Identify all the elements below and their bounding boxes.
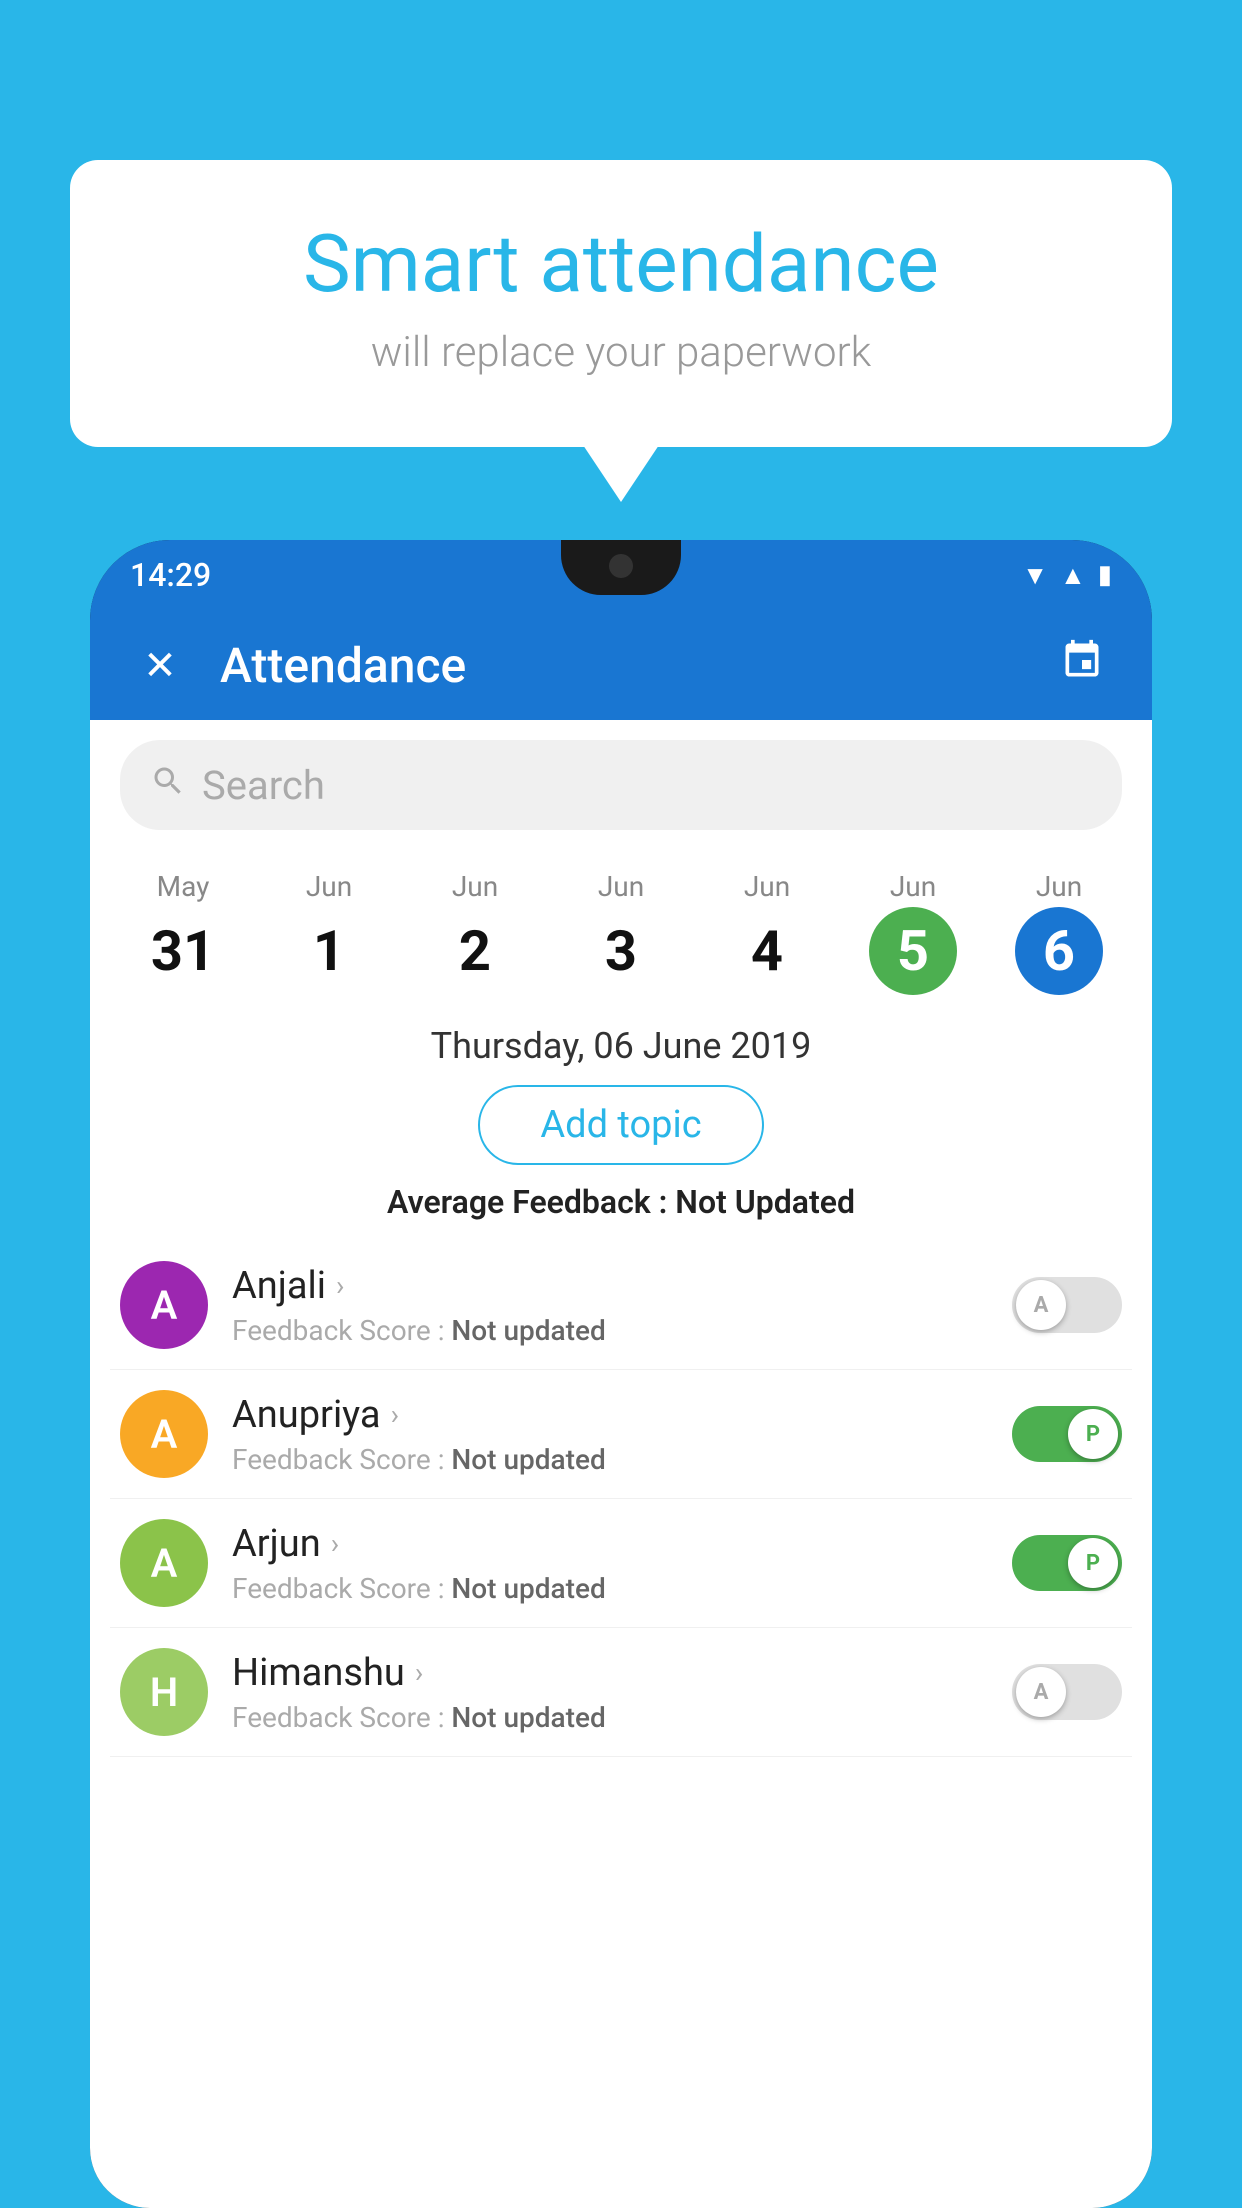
phone-frame: 14:29 ▼ ▲ ▮ ✕ Attendance xyxy=(90,540,1152,2208)
date-day: 2 xyxy=(459,923,491,979)
date-month: Jun xyxy=(890,870,936,903)
date-col-jun4[interactable]: Jun 4 xyxy=(694,870,840,995)
date-col-may31[interactable]: May 31 xyxy=(110,870,256,995)
student-item-anjali[interactable]: A Anjali › Feedback Score : Not updated … xyxy=(110,1241,1132,1370)
avatar-anupriya: A xyxy=(120,1390,208,1478)
student-feedback-himanshu: Feedback Score : Not updated xyxy=(232,1701,988,1734)
phone-inner: Search May 31 Jun 1 Jun 2 Jun 3 Jun 4 xyxy=(90,720,1152,2208)
student-item-himanshu[interactable]: H Himanshu › Feedback Score : Not update… xyxy=(110,1628,1132,1757)
date-month: Jun xyxy=(1036,870,1082,903)
toggle-thumb-anjali: A xyxy=(1016,1280,1066,1330)
date-col-jun5[interactable]: Jun 5 xyxy=(840,870,986,995)
close-button[interactable]: ✕ xyxy=(130,635,190,695)
student-name-himanshu: Himanshu › xyxy=(232,1651,988,1695)
avg-feedback: Average Feedback : Not Updated xyxy=(90,1183,1152,1221)
toggle-thumb-anupriya: P xyxy=(1068,1409,1118,1459)
student-info-anjali: Anjali › Feedback Score : Not updated xyxy=(232,1264,988,1347)
date-col-jun6[interactable]: Jun 6 xyxy=(986,870,1132,995)
student-feedback-arjun: Feedback Score : Not updated xyxy=(232,1572,988,1605)
toggle-arjun[interactable]: P xyxy=(1012,1535,1122,1591)
selected-date-label: Thursday, 06 June 2019 xyxy=(90,1025,1152,1067)
avatar-anjali: A xyxy=(120,1261,208,1349)
student-feedback-anupriya: Feedback Score : Not updated xyxy=(232,1443,988,1476)
student-feedback-anjali: Feedback Score : Not updated xyxy=(232,1314,988,1347)
date-month: Jun xyxy=(598,870,644,903)
date-day: 4 xyxy=(751,923,783,979)
avg-feedback-value: Not Updated xyxy=(675,1183,855,1221)
date-month: Jun xyxy=(744,870,790,903)
toggle-anjali[interactable]: A xyxy=(1012,1277,1122,1333)
date-col-jun1[interactable]: Jun 1 xyxy=(256,870,402,995)
camera xyxy=(609,554,633,578)
toggle-anupriya[interactable]: P xyxy=(1012,1406,1122,1462)
toggle-thumb-himanshu: A xyxy=(1016,1667,1066,1717)
student-name-anjali: Anjali › xyxy=(232,1264,988,1308)
student-item-anupriya[interactable]: A Anupriya › Feedback Score : Not update… xyxy=(110,1370,1132,1499)
date-day: 5 xyxy=(897,923,929,979)
date-strip: May 31 Jun 1 Jun 2 Jun 3 Jun 4 Jun xyxy=(90,850,1152,1005)
calendar-icon xyxy=(1060,638,1104,692)
date-col-jun3[interactable]: Jun 3 xyxy=(548,870,694,995)
chevron-icon: › xyxy=(336,1269,344,1302)
student-info-arjun: Arjun › Feedback Score : Not updated xyxy=(232,1522,988,1605)
avg-feedback-label: Average Feedback : xyxy=(387,1183,667,1221)
date-month: May xyxy=(157,870,210,903)
status-icons: ▼ ▲ ▮ xyxy=(1022,560,1112,591)
toggle-himanshu[interactable]: A xyxy=(1012,1664,1122,1720)
date-day: 31 xyxy=(151,923,215,979)
wifi-icon: ▼ xyxy=(1022,560,1048,591)
bubble-title: Smart attendance xyxy=(150,220,1092,308)
student-item-arjun[interactable]: A Arjun › Feedback Score : Not updated P xyxy=(110,1499,1132,1628)
signal-icon: ▲ xyxy=(1060,560,1086,591)
search-icon xyxy=(150,763,186,808)
date-month: Jun xyxy=(452,870,498,903)
date-day: 6 xyxy=(1043,923,1075,979)
speech-bubble: Smart attendance will replace your paper… xyxy=(70,160,1172,447)
add-topic-button[interactable]: Add topic xyxy=(478,1085,763,1165)
toggle-thumb-arjun: P xyxy=(1068,1538,1118,1588)
date-day: 3 xyxy=(605,923,637,979)
app-bar-title: Attendance xyxy=(220,637,1022,694)
calendar-button[interactable] xyxy=(1052,635,1112,695)
avatar-arjun: A xyxy=(120,1519,208,1607)
date-day: 1 xyxy=(313,923,345,979)
app-bar: ✕ Attendance xyxy=(90,610,1152,720)
student-list: A Anjali › Feedback Score : Not updated … xyxy=(90,1241,1152,1757)
status-time: 14:29 xyxy=(130,556,211,594)
chevron-icon: › xyxy=(331,1527,339,1560)
student-info-anupriya: Anupriya › Feedback Score : Not updated xyxy=(232,1393,988,1476)
avatar-himanshu: H xyxy=(120,1648,208,1736)
student-name-arjun: Arjun › xyxy=(232,1522,988,1566)
student-info-himanshu: Himanshu › Feedback Score : Not updated xyxy=(232,1651,988,1734)
bubble-subtitle: will replace your paperwork xyxy=(150,328,1092,377)
info-section: Thursday, 06 June 2019 Add topic Average… xyxy=(90,1005,1152,1241)
speech-bubble-container: Smart attendance will replace your paper… xyxy=(70,160,1172,447)
student-name-anupriya: Anupriya › xyxy=(232,1393,988,1437)
date-col-jun2[interactable]: Jun 2 xyxy=(402,870,548,995)
search-placeholder: Search xyxy=(202,762,325,809)
close-icon: ✕ xyxy=(143,642,177,689)
phone-notch xyxy=(561,540,681,595)
date-month: Jun xyxy=(306,870,352,903)
search-bar[interactable]: Search xyxy=(120,740,1122,830)
chevron-icon: › xyxy=(415,1656,423,1689)
battery-icon: ▮ xyxy=(1098,560,1112,590)
chevron-icon: › xyxy=(391,1398,399,1431)
